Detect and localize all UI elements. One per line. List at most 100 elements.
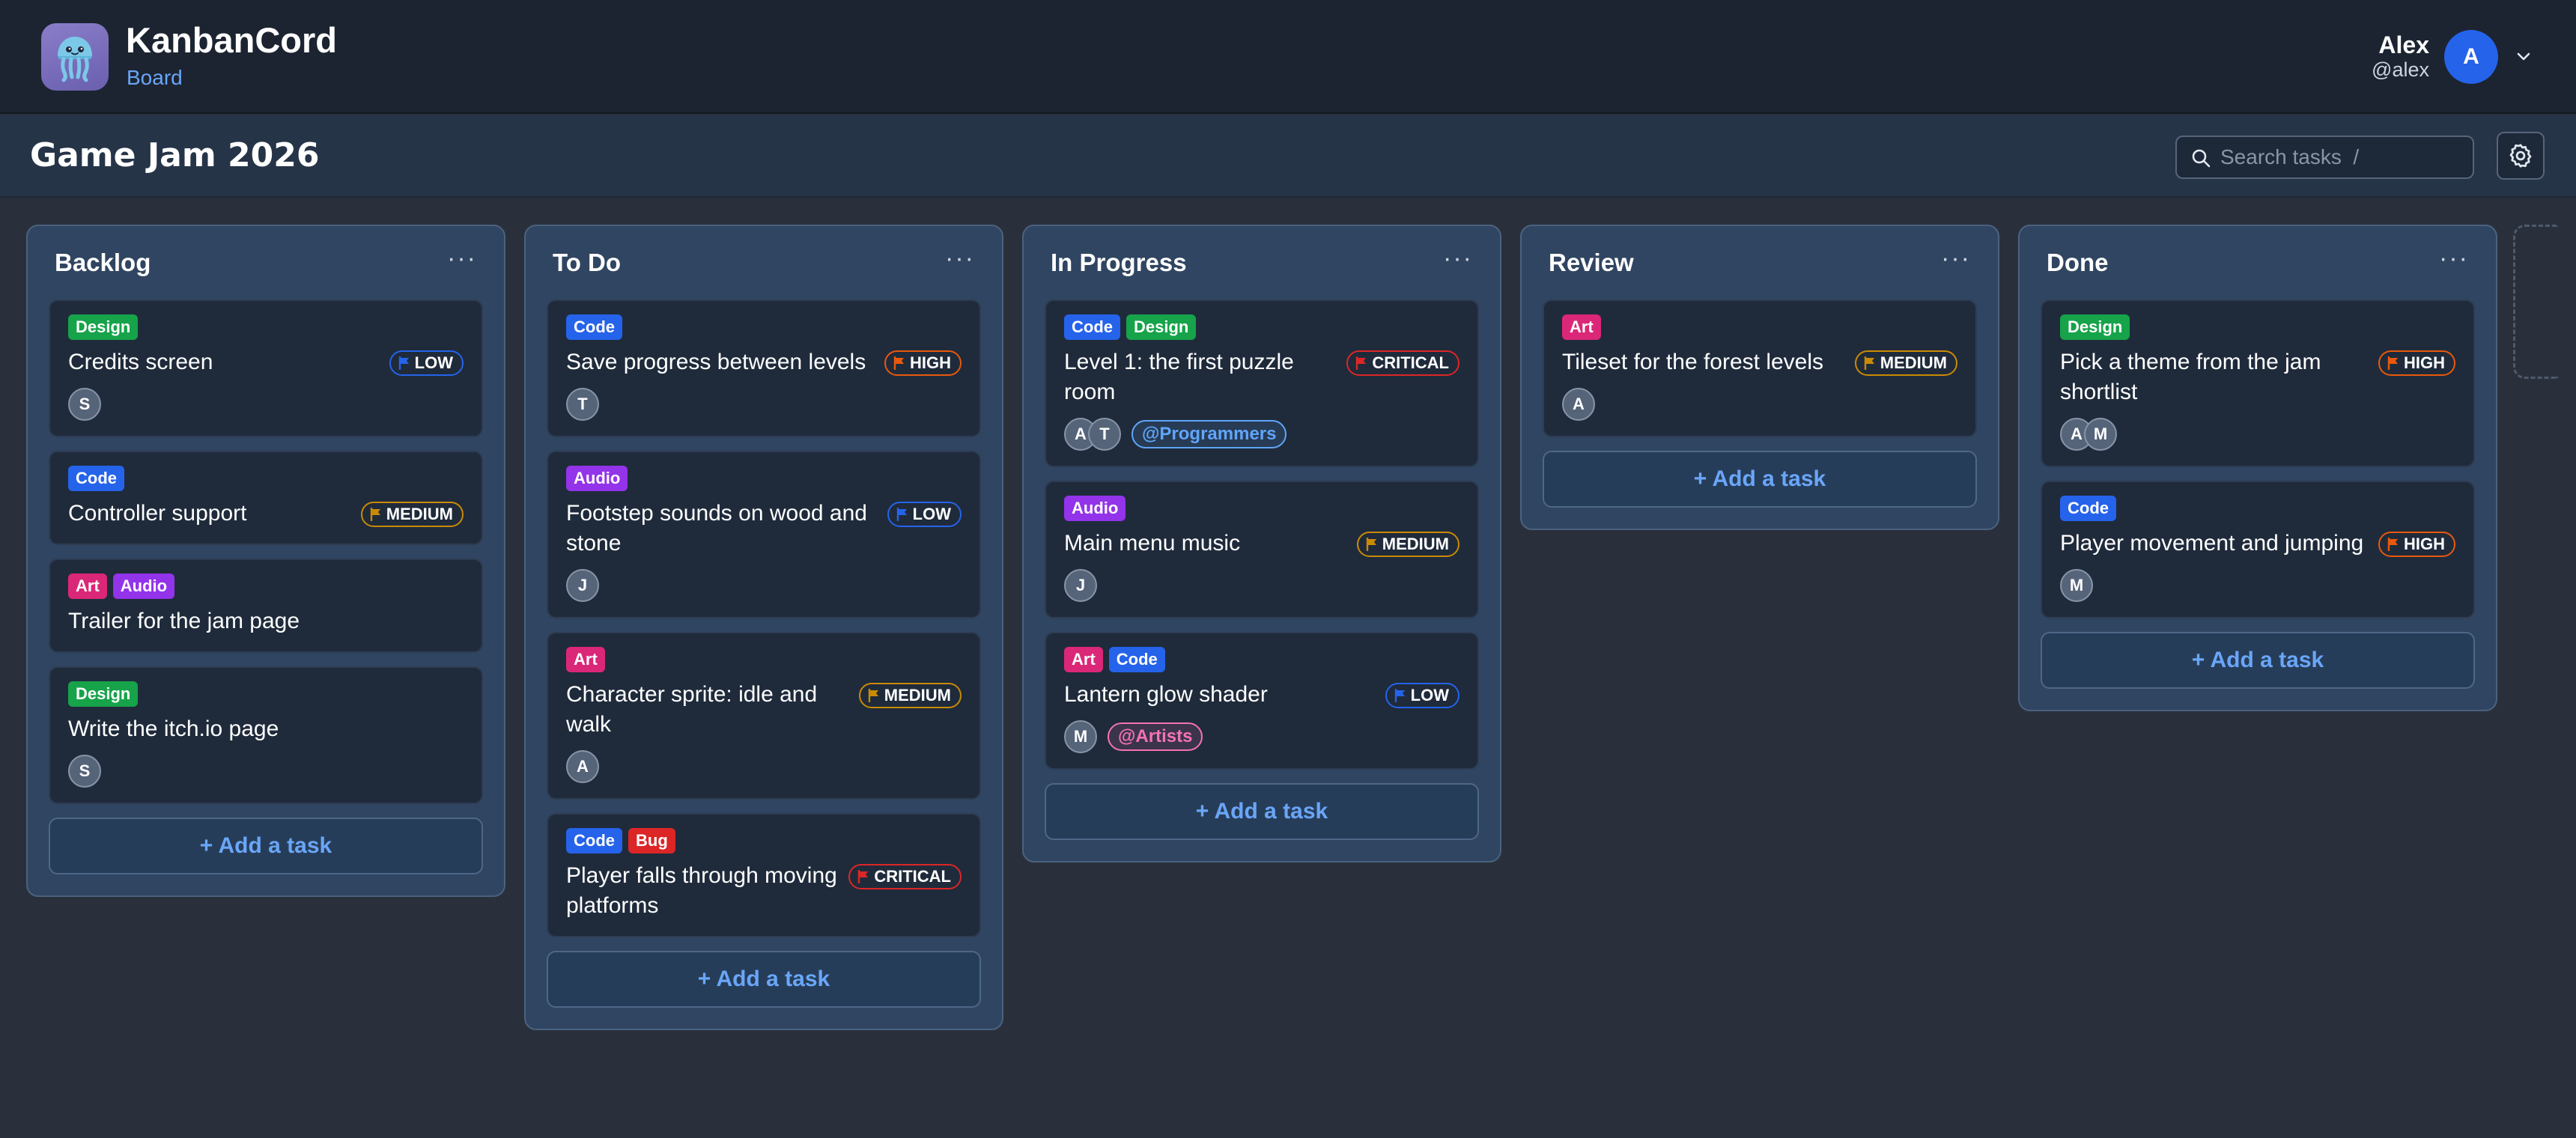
column-in-progress: In Progress ··· Code Design Level 1: the f… [1022, 225, 1501, 862]
task-title: Write the itch.io page [68, 716, 279, 741]
user-avatar[interactable]: A [2444, 30, 2498, 84]
tag-label: Design [1126, 314, 1197, 340]
user-name: Alex [2378, 31, 2429, 58]
column-menu-icon[interactable]: ··· [945, 246, 975, 271]
tag-label: Bug [628, 828, 675, 854]
assignee-avatar[interactable]: S [68, 388, 101, 421]
assignee-avatar[interactable]: S [68, 755, 101, 788]
column-menu-icon[interactable]: ··· [447, 246, 477, 271]
tag-label: Code [1064, 314, 1120, 340]
user-handle: @alex [2372, 58, 2429, 81]
priority-label: MEDIUM [884, 686, 951, 705]
task-card[interactable]: Art Audio Trailer for the jam page [49, 559, 483, 653]
task-card[interactable]: Audio Main menu music MEDIUM J [1045, 481, 1479, 618]
search-box[interactable] [2175, 136, 2474, 179]
priority-badge: HIGH [884, 350, 962, 376]
priority-label: MEDIUM [386, 505, 453, 523]
assignee-avatar[interactable]: J [566, 569, 599, 602]
add-task-button[interactable]: + Add a task [547, 951, 981, 1008]
column-header: Backlog ··· [49, 226, 483, 299]
column-menu-icon[interactable]: ··· [1941, 246, 1971, 271]
add-column-placeholder[interactable] [2513, 225, 2558, 379]
add-task-button[interactable]: + Add a task [1045, 783, 1479, 840]
tag-list: Code Bug [566, 828, 962, 854]
assignee-avatar[interactable]: A [566, 750, 599, 783]
assignee-row: J [566, 569, 962, 602]
tag-label: Art [1064, 647, 1103, 672]
column-header: To Do ··· [547, 226, 981, 299]
priority-label: HIGH [2404, 353, 2445, 372]
chevron-down-icon[interactable] [2513, 46, 2534, 67]
app-subtitle: Board [127, 66, 183, 89]
tag-list: Code [566, 314, 962, 340]
priority-badge: MEDIUM [1356, 532, 1459, 557]
role-mention[interactable]: @Artists [1108, 722, 1203, 751]
tag-label: Art [1562, 314, 1601, 340]
assignee-avatar[interactable]: A [1562, 388, 1595, 421]
task-card[interactable]: Art Character sprite: idle and walk MEDIUM… [547, 632, 981, 800]
task-title: Controller support [68, 501, 247, 526]
priority-label: HIGH [2404, 535, 2445, 553]
column-menu-icon[interactable]: ··· [2439, 246, 2469, 271]
priority-label: LOW [414, 353, 453, 372]
tag-list: Design [2060, 314, 2455, 340]
column-to-do: To Do ··· Code Save progress between leve… [524, 225, 1003, 1030]
assignee-avatar[interactable]: M [2060, 569, 2093, 602]
tag-list: Art [1562, 314, 1957, 340]
flag-icon [1356, 356, 1367, 370]
task-card[interactable]: Art Code Lantern glow shader LOW M @Artists [1045, 632, 1479, 770]
task-card[interactable]: Code Design Level 1: the first puzzle room… [1045, 299, 1479, 467]
tag-label: Art [566, 647, 605, 672]
settings-button[interactable] [2497, 132, 2545, 180]
assignee-row: A T @Programmers [1064, 418, 1459, 451]
add-task-button[interactable]: + Add a task [2041, 632, 2475, 689]
task-card[interactable]: Code Bug Player falls through moving platf… [547, 813, 981, 937]
assignee-avatar[interactable]: M [1064, 720, 1097, 753]
task-card[interactable]: Design Pick a theme from the jam shortlis… [2041, 299, 2475, 467]
assignee-avatar[interactable]: T [566, 388, 599, 421]
column-header: Review ··· [1543, 226, 1977, 299]
tag-list: Art Audio [68, 573, 464, 599]
priority-badge: MEDIUM [1854, 350, 1957, 376]
column-menu-icon[interactable]: ··· [1443, 246, 1473, 271]
priority-badge: CRITICAL [1346, 350, 1459, 376]
role-mention[interactable]: @Programmers [1131, 420, 1287, 448]
task-card[interactable]: Design Credits screen LOW S [49, 299, 483, 437]
tag-label: Code [566, 314, 622, 340]
tag-label: Code [2060, 496, 2116, 521]
tag-label: Audio [112, 573, 175, 599]
search-input[interactable] [2220, 145, 2460, 169]
tag-label: Design [68, 681, 139, 707]
add-task-button[interactable]: + Add a task [1543, 451, 1977, 508]
task-card[interactable]: Code Save progress between levels HIGH T [547, 299, 981, 437]
column-header: In Progress ··· [1045, 226, 1479, 299]
assignee-avatar[interactable]: M [2084, 418, 2117, 451]
column-title: In Progress [1051, 249, 1187, 276]
tag-label: Code [1108, 647, 1165, 672]
column-title: To Do [553, 249, 622, 276]
priority-badge: MEDIUM [858, 683, 962, 708]
flag-icon [1864, 356, 1874, 370]
task-title: Level 1: the first puzzle room [1064, 350, 1294, 404]
assignee-avatar[interactable]: J [1064, 569, 1097, 602]
assignee-avatar[interactable]: T [1088, 418, 1121, 451]
board-toolbar: Game Jam 2026 [0, 115, 2576, 198]
priority-label: LOW [912, 505, 951, 523]
task-title: Credits screen [68, 350, 213, 374]
task-card[interactable]: Design Write the itch.io page S [49, 666, 483, 804]
task-card[interactable]: Code Player movement and jumping HIGH M [2041, 481, 2475, 618]
assignee-row: M [2060, 569, 2455, 602]
priority-label: CRITICAL [874, 867, 951, 886]
task-card[interactable]: Code Controller support MEDIUM [49, 451, 483, 545]
jellyfish-icon [58, 37, 92, 82]
app-logo[interactable] [41, 23, 109, 91]
task-card[interactable]: Art Tileset for the forest levels MEDIUM A [1543, 299, 1977, 437]
add-task-button[interactable]: + Add a task [49, 818, 483, 874]
column-title: Done [2047, 249, 2109, 276]
priority-badge: HIGH [2378, 532, 2455, 557]
flag-icon [868, 689, 878, 702]
task-card[interactable]: Audio Footstep sounds on wood and stone LO… [547, 451, 981, 618]
tag-label: Audio [1064, 496, 1126, 521]
flag-icon [2387, 538, 2398, 551]
assignee-row: A [1562, 388, 1957, 421]
